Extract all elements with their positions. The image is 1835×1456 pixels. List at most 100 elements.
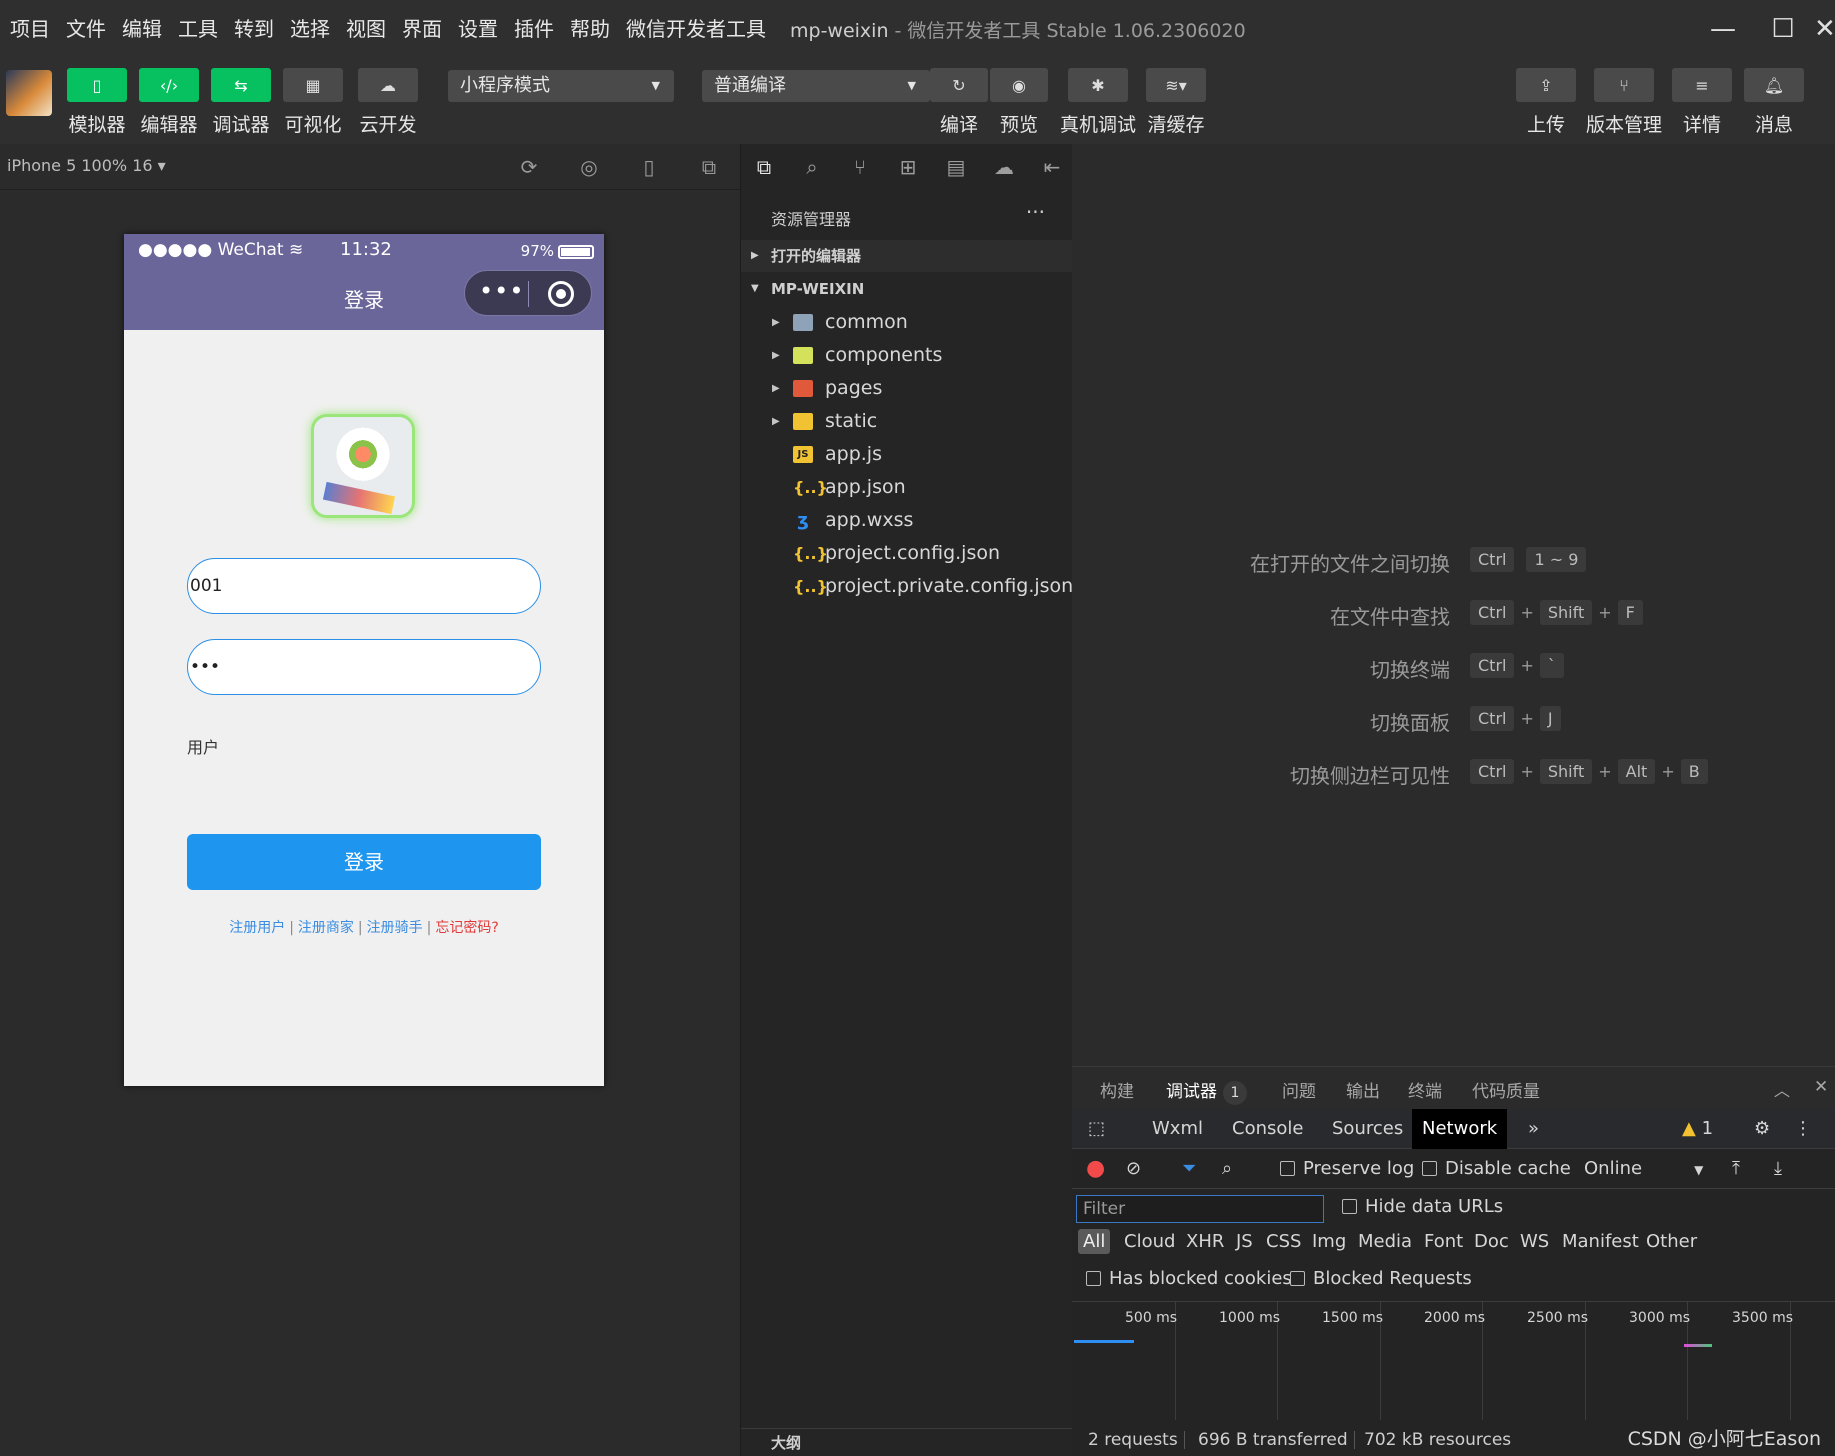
menu-item-tools[interactable]: 工具 (170, 0, 226, 58)
tab-network[interactable]: Network (1412, 1109, 1508, 1149)
more-tabs-icon[interactable]: » (1518, 1109, 1549, 1149)
preserve-log-checkbox[interactable]: Preserve log (1280, 1149, 1414, 1189)
file-tree-item[interactable]: ▶ static (741, 405, 1073, 438)
search-icon[interactable]: ⌕ (799, 154, 825, 180)
username-input[interactable]: 001 (187, 558, 541, 614)
type-filter[interactable]: Doc (1474, 1231, 1509, 1252)
clear-cache-button[interactable]: ≋▾ (1146, 68, 1206, 102)
more-icon[interactable]: ••• (479, 277, 524, 305)
has-blocked-cookies-checkbox[interactable]: Has blocked cookies (1086, 1259, 1292, 1299)
file-tree-item[interactable]: JS app.js (741, 438, 1073, 471)
upload-button[interactable]: ⇪ (1516, 68, 1576, 102)
menu-item-edit[interactable]: 编辑 (114, 0, 170, 58)
editor-button[interactable]: ‹/› (139, 68, 199, 102)
debugger-button[interactable]: ⇆ (211, 68, 271, 102)
kebab-menu-icon[interactable]: ⋮ (1784, 1109, 1822, 1149)
menu-item-select[interactable]: 选择 (282, 0, 338, 58)
clear-icon[interactable]: ⊘ (1126, 1149, 1141, 1189)
maximize-icon[interactable]: ☐ (1766, 12, 1800, 46)
more-icon[interactable]: ··· (1026, 200, 1045, 224)
type-filter[interactable]: Cloud (1124, 1231, 1175, 1252)
tab-debugger[interactable]: 调试器 1 (1166, 1077, 1247, 1113)
menu-item-file[interactable]: 文件 (58, 0, 114, 58)
record-icon[interactable]: ● (1086, 1149, 1105, 1189)
import-icon[interactable]: ⤒ (1732, 1149, 1740, 1189)
type-filter[interactable]: Manifest (1562, 1231, 1639, 1252)
file-tree-item[interactable]: ▶ common (741, 306, 1073, 339)
extensions-icon[interactable]: ⊞ (895, 154, 921, 180)
inspect-icon[interactable]: ⬚ (1078, 1109, 1115, 1149)
file-tree-item[interactable]: ▶ components (741, 339, 1073, 372)
phone-icon[interactable]: ▯ (636, 154, 662, 180)
filter-input[interactable]: Filter (1076, 1195, 1324, 1223)
tab-sources[interactable]: Sources (1322, 1109, 1413, 1149)
avatar[interactable] (6, 70, 52, 116)
tab-wxml[interactable]: Wxml (1142, 1109, 1213, 1149)
tab-console[interactable]: Console (1222, 1109, 1313, 1149)
cloud-button[interactable]: ☁ (358, 68, 418, 102)
type-filter[interactable]: WS (1520, 1231, 1549, 1252)
tab-output[interactable]: 输出 (1346, 1077, 1380, 1102)
collapse-sidebar-icon[interactable]: ⇤ (1039, 154, 1065, 180)
simulator-button[interactable]: ▯ (67, 68, 127, 102)
record-icon[interactable]: ◎ (576, 154, 602, 180)
blocked-requests-checkbox[interactable]: Blocked Requests (1290, 1259, 1472, 1299)
type-filter[interactable]: Font (1424, 1231, 1463, 1252)
docker-icon[interactable]: ☁ (991, 154, 1017, 180)
file-tree-item[interactable]: {..} project.private.config.json (741, 570, 1073, 603)
tab-build[interactable]: 构建 (1100, 1077, 1134, 1102)
file-tree-item[interactable]: ▶ pages (741, 372, 1073, 405)
warnings-indicator[interactable]: ▲ 1 (1672, 1109, 1723, 1149)
outline-section[interactable]: 大纲 (741, 1428, 1073, 1456)
close-icon[interactable]: ✕ (1814, 12, 1834, 46)
gear-icon[interactable]: ⚙ (1744, 1109, 1780, 1149)
password-input[interactable]: ••• (187, 639, 541, 695)
rotate-icon[interactable]: ⟳ (516, 154, 542, 180)
messages-button[interactable]: 🔔︎ (1744, 68, 1804, 102)
export-icon[interactable]: ⤓ (1774, 1149, 1782, 1189)
throttle-select[interactable]: Online ▼ (1584, 1149, 1703, 1189)
type-filter[interactable]: Img (1312, 1231, 1346, 1252)
menu-item-help[interactable]: 帮助 (562, 0, 618, 58)
search-icon[interactable]: ⌕ (1222, 1149, 1232, 1189)
chevron-up-icon[interactable]: ︿ (1774, 1077, 1790, 1101)
menu-item-view[interactable]: 视图 (338, 0, 394, 58)
menu-item-plugins[interactable]: 插件 (506, 0, 562, 58)
minimize-icon[interactable]: — (1706, 12, 1740, 46)
file-tree-item[interactable]: ʒ app.wxss (741, 504, 1073, 537)
disable-cache-checkbox[interactable]: Disable cache (1422, 1149, 1571, 1189)
file-tree-item[interactable]: {..} project.config.json (741, 537, 1073, 570)
popout-icon[interactable]: ⧉ (696, 154, 722, 180)
mode-select[interactable]: 小程序模式 ▼ (448, 70, 674, 102)
register-merchant-link[interactable]: 注册商家 (298, 920, 354, 936)
open-editors-section[interactable]: ▶ 打开的编辑器 (741, 240, 1073, 272)
source-control-icon[interactable]: ⑂ (847, 154, 873, 180)
close-mini-program-icon[interactable] (548, 281, 574, 307)
menu-item-devtools[interactable]: 微信开发者工具 (618, 0, 774, 58)
hide-data-urls-checkbox[interactable]: Hide data URLs (1342, 1187, 1503, 1227)
tab-terminal[interactable]: 终端 (1408, 1077, 1442, 1102)
role-label[interactable]: 用户 (187, 734, 219, 758)
version-button[interactable]: ⑂ (1594, 68, 1654, 102)
menu-item-settings[interactable]: 设置 (450, 0, 506, 58)
type-filter[interactable]: Other (1646, 1231, 1697, 1252)
project-section[interactable]: ▼ MP-WEIXIN (741, 273, 1073, 305)
preview-button[interactable]: ◉ (990, 68, 1048, 102)
device-select[interactable]: iPhone 5 100% 16 ▾ (7, 156, 166, 175)
details-button[interactable]: ≡ (1672, 68, 1732, 102)
file-tree-item[interactable]: {..} app.json (741, 471, 1073, 504)
login-button[interactable]: 登录 (187, 834, 541, 890)
menu-item-goto[interactable]: 转到 (226, 0, 282, 58)
register-rider-link[interactable]: 注册骑手 (367, 920, 423, 936)
filter-icon[interactable]: ⏷ (1182, 1149, 1196, 1189)
type-filter[interactable]: Media (1358, 1231, 1412, 1252)
type-filter[interactable]: CSS (1266, 1231, 1301, 1252)
forgot-password-link[interactable]: 忘记密码? (435, 920, 498, 936)
tab-problems[interactable]: 问题 (1282, 1077, 1316, 1102)
menu-item-project[interactable]: 项目 (0, 0, 58, 58)
compile-button[interactable]: ↻ (930, 68, 988, 102)
close-panel-icon[interactable]: ✕ (1814, 1077, 1828, 1097)
save-icon[interactable]: ▤ (943, 154, 969, 180)
remote-debug-button[interactable]: ✱ (1068, 68, 1128, 102)
type-filter[interactable]: JS (1236, 1231, 1253, 1252)
